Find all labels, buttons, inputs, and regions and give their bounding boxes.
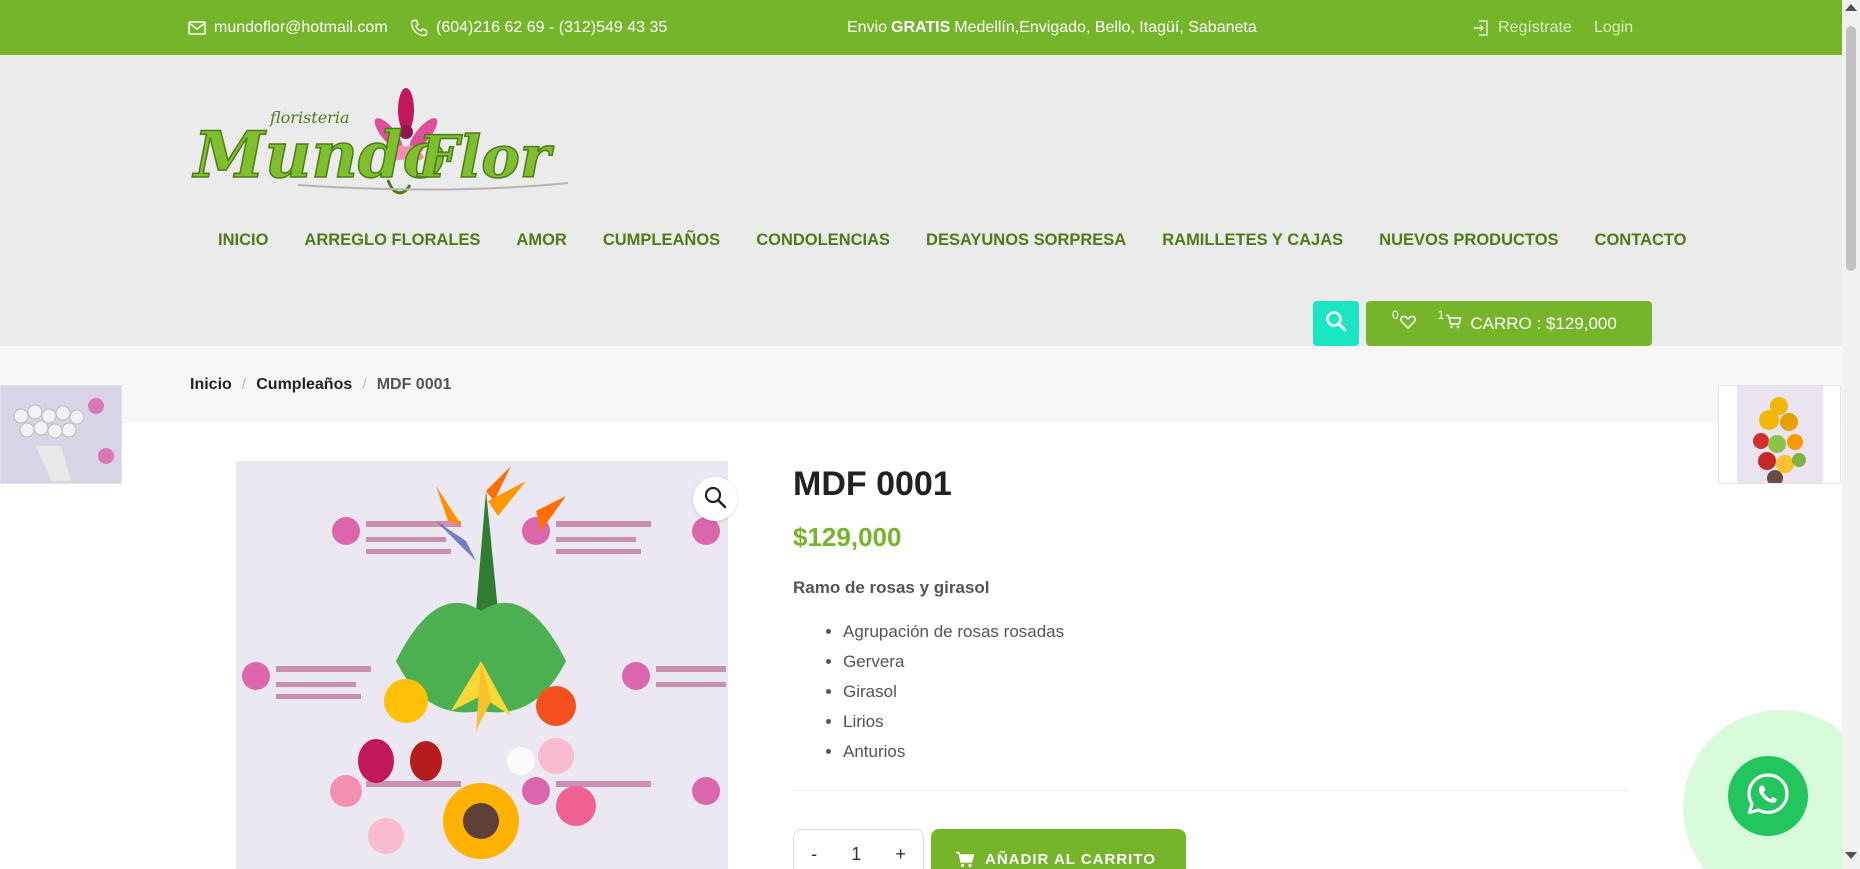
list-item: Lirios: [843, 707, 1064, 737]
scroll-up-arrow[interactable]: [1845, 4, 1857, 11]
list-item: Gervera: [843, 647, 1064, 677]
svg-text:floristeria: floristeria: [269, 108, 349, 127]
login-link[interactable]: Login: [1594, 0, 1633, 55]
email-text[interactable]: mundoflor@hotmail.com: [214, 19, 388, 37]
heart-icon: [1399, 314, 1416, 334]
next-product-thumbnail[interactable]: [1718, 385, 1841, 484]
magnifier-icon: [703, 485, 727, 514]
shipping-notice: Envio GRATIS Medellín,Envigado, Bello, I…: [847, 0, 1257, 55]
nav-item-inicio[interactable]: INICIO: [200, 225, 286, 255]
product-features: Agrupación de rosas rosadas Gervera Gira…: [793, 617, 1064, 767]
cart-label: CARRO : $129,000: [1470, 313, 1617, 333]
breadcrumb-category[interactable]: Cumpleaños: [256, 376, 352, 394]
cart-icon: [955, 851, 975, 869]
register-label[interactable]: Regístrate: [1498, 19, 1572, 37]
add-to-cart-button[interactable]: AÑADIR AL CARRITO: [931, 829, 1186, 869]
quantity-stepper: - 1 +: [793, 829, 924, 869]
envelope-icon: [188, 20, 206, 35]
register-link[interactable]: Regístrate: [1472, 0, 1572, 55]
signin-icon: [1472, 19, 1490, 37]
previous-product-thumbnail[interactable]: [0, 385, 122, 484]
product-title: MDF 0001: [793, 465, 952, 503]
breadcrumb-home[interactable]: Inicio: [190, 376, 232, 394]
wishlist-count: 0: [1392, 307, 1399, 322]
nav-item-nuevos-productos[interactable]: NUEVOS PRODUCTOS: [1361, 225, 1576, 255]
quantity-decrease-button[interactable]: -: [811, 844, 817, 865]
breadcrumb-separator: /: [362, 375, 367, 393]
nav-item-arreglo-florales[interactable]: ARREGLO FLORALES: [286, 225, 498, 255]
nav-item-condolencias[interactable]: CONDOLENCIAS: [738, 225, 908, 255]
shipping-suffix: Medellín,Envigado, Bello, Itagüí, Sabane…: [954, 18, 1257, 36]
search-button[interactable]: [1313, 301, 1359, 346]
wishlist-link[interactable]: 0: [1392, 308, 1416, 334]
nav-item-amor[interactable]: AMOR: [498, 225, 584, 255]
site-logo[interactable]: Mundo Flor floristeria: [188, 85, 576, 200]
contact-email[interactable]: mundoflor@hotmail.com: [188, 0, 388, 55]
search-icon: [1325, 310, 1347, 337]
breadcrumb-separator: /: [241, 375, 247, 393]
shipping-prefix: Envio: [847, 18, 888, 36]
main-nav: INICIO ARREGLO FLORALES AMOR CUMPLEAÑOS …: [200, 225, 1705, 255]
product-price: $129,000: [793, 522, 902, 552]
quantity-input[interactable]: 1: [851, 844, 861, 865]
product-description-heading: Ramo de rosas y girasol: [793, 578, 990, 597]
nav-item-ramilletes-y-cajas[interactable]: RAMILLETES Y CAJAS: [1144, 225, 1361, 255]
svg-text:Mundo: Mundo: [192, 118, 445, 193]
divider: [793, 790, 1628, 791]
whatsapp-icon: [1744, 770, 1792, 823]
shipping-bold: GRATIS: [891, 18, 951, 36]
cart-count: 1: [1437, 307, 1445, 322]
cart-button[interactable]: 0 1 CARRO : $129,000: [1366, 301, 1652, 346]
login-label[interactable]: Login: [1594, 19, 1633, 37]
cart-icon: [1445, 314, 1462, 334]
cart-link[interactable]: 1 CARRO : $129,000: [1438, 308, 1617, 334]
nav-item-desayunos-sorpresa[interactable]: DESAYUNOS SORPRESA: [908, 225, 1144, 255]
breadcrumb: Inicio / Cumpleaños / MDF 0001: [190, 346, 451, 423]
list-item: Girasol: [843, 677, 1064, 707]
top-bar: mundoflor@hotmail.com (604)216 62 69 - (…: [0, 0, 1842, 55]
list-item: Agrupación de rosas rosadas: [843, 617, 1064, 647]
nav-item-contacto[interactable]: CONTACTO: [1577, 225, 1705, 255]
zoom-button[interactable]: [693, 477, 737, 521]
scroll-down-arrow[interactable]: [1845, 852, 1857, 859]
quantity-increase-button[interactable]: +: [895, 844, 906, 865]
breadcrumb-current: MDF 0001: [376, 375, 452, 393]
breadcrumb-bar: Inicio / Cumpleaños / MDF 0001: [0, 346, 1842, 423]
svg-text:Flor: Flor: [416, 123, 555, 191]
whatsapp-button[interactable]: [1728, 756, 1808, 836]
contact-phones[interactable]: (604)216 62 69 - (312)549 43 35: [410, 0, 667, 55]
nav-item-cumpleanos[interactable]: CUMPLEAÑOS: [585, 225, 738, 255]
product-image[interactable]: [236, 461, 728, 869]
phone-icon: [410, 19, 428, 37]
scrollbar-thumb[interactable]: [1846, 26, 1856, 271]
list-item: Anturios: [843, 737, 1064, 767]
phones-text[interactable]: (604)216 62 69 - (312)549 43 35: [436, 19, 667, 37]
add-to-cart-label: AÑADIR AL CARRITO: [985, 851, 1156, 868]
